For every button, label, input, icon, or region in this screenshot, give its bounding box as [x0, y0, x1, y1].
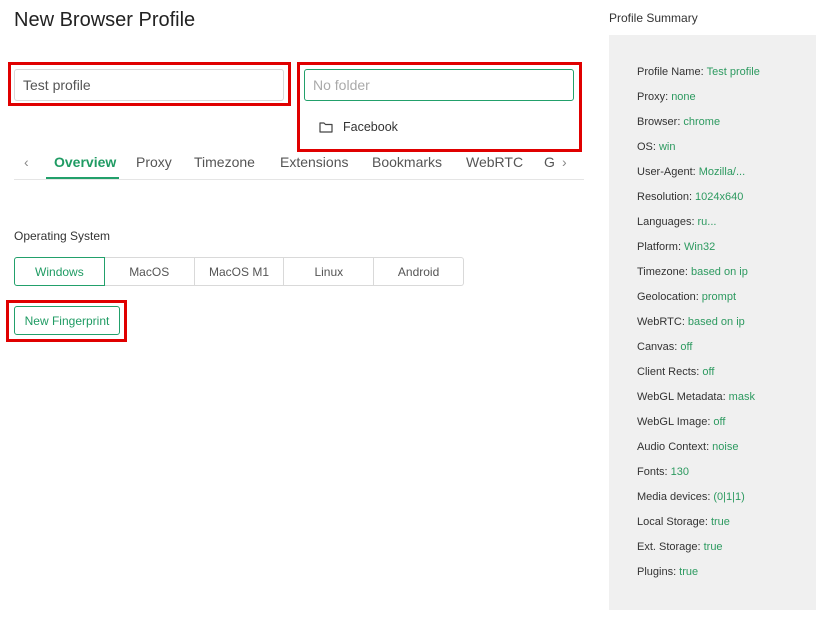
summary-row-media-devices: Media devices: (0|1|1)	[637, 491, 745, 503]
summary-row-webrtc: WebRTC: based on ip	[637, 316, 745, 328]
summary-row-client-rects: Client Rects: off	[637, 366, 715, 378]
tab-webrtc[interactable]: WebRTC	[466, 154, 523, 170]
summary-row-geolocation: Geolocation: prompt	[637, 291, 737, 303]
os-label: Operating System	[14, 229, 111, 243]
tab-overview[interactable]: Overview	[54, 154, 116, 170]
page-title: New Browser Profile	[14, 9, 196, 31]
active-tab-indicator	[46, 177, 119, 179]
folder-select-input[interactable]	[304, 69, 574, 101]
new-fingerprint-button[interactable]: New Fingerprint	[14, 306, 120, 335]
summary-row-profile-name: Profile Name: Test profile	[637, 66, 760, 78]
tab-bookmarks[interactable]: Bookmarks	[372, 154, 442, 170]
folder-icon	[319, 122, 333, 133]
summary-row-browser: Browser: chrome	[637, 116, 721, 128]
summary-row-proxy: Proxy: none	[637, 91, 696, 103]
chevron-left-icon[interactable]: ‹	[24, 154, 29, 170]
summary-row-timezone: Timezone: based on ip	[637, 266, 748, 278]
summary-row-webgl-image: WebGL Image: off	[637, 416, 726, 428]
summary-row-platform: Platform: Win32	[637, 241, 716, 253]
chevron-right-icon[interactable]: ›	[562, 154, 567, 170]
folder-option-facebook[interactable]: Facebook	[304, 108, 574, 146]
summary-row-os: OS: win	[637, 141, 676, 153]
summary-row-fonts: Fonts: 130	[637, 466, 689, 478]
summary-row-ext-storage: Ext. Storage: true	[637, 541, 723, 553]
summary-row-languages: Languages: ru...	[637, 216, 717, 228]
os-option-macos[interactable]: MacOS	[104, 257, 195, 286]
summary-row-canvas: Canvas: off	[637, 341, 693, 353]
os-option-macos-m1[interactable]: MacOS M1	[194, 257, 285, 286]
tab-proxy[interactable]: Proxy	[136, 154, 172, 170]
summary-row-local-storage: Local Storage: true	[637, 516, 730, 528]
profile-tabs: ‹ Overview Proxy Timezone Extensions Boo…	[14, 146, 584, 180]
tab-extensions[interactable]: Extensions	[280, 154, 348, 170]
folder-option-label: Facebook	[343, 120, 398, 134]
summary-row-webgl-metadata: WebGL Metadata: mask	[637, 391, 755, 403]
os-selector: Windows MacOS MacOS M1 Linux Android	[14, 257, 464, 286]
os-option-linux[interactable]: Linux	[284, 257, 375, 286]
profile-summary-panel: Profile Name: Test profile Proxy: none Bro…	[609, 35, 816, 610]
summary-row-resolution: Resolution: 1024x640	[637, 191, 744, 203]
os-option-windows[interactable]: Windows	[14, 257, 105, 286]
os-option-android[interactable]: Android	[374, 257, 464, 286]
summary-title: Profile Summary	[609, 11, 698, 25]
summary-row-plugins: Plugins: true	[637, 566, 699, 578]
tab-timezone[interactable]: Timezone	[194, 154, 255, 170]
summary-row-audio-context: Audio Context: noise	[637, 441, 739, 453]
tab-g[interactable]: G	[544, 154, 555, 170]
summary-row-user-agent: User-Agent: Mozilla/...	[637, 166, 746, 178]
folder-dropdown: Facebook	[304, 108, 574, 146]
profile-name-input[interactable]	[14, 69, 284, 101]
